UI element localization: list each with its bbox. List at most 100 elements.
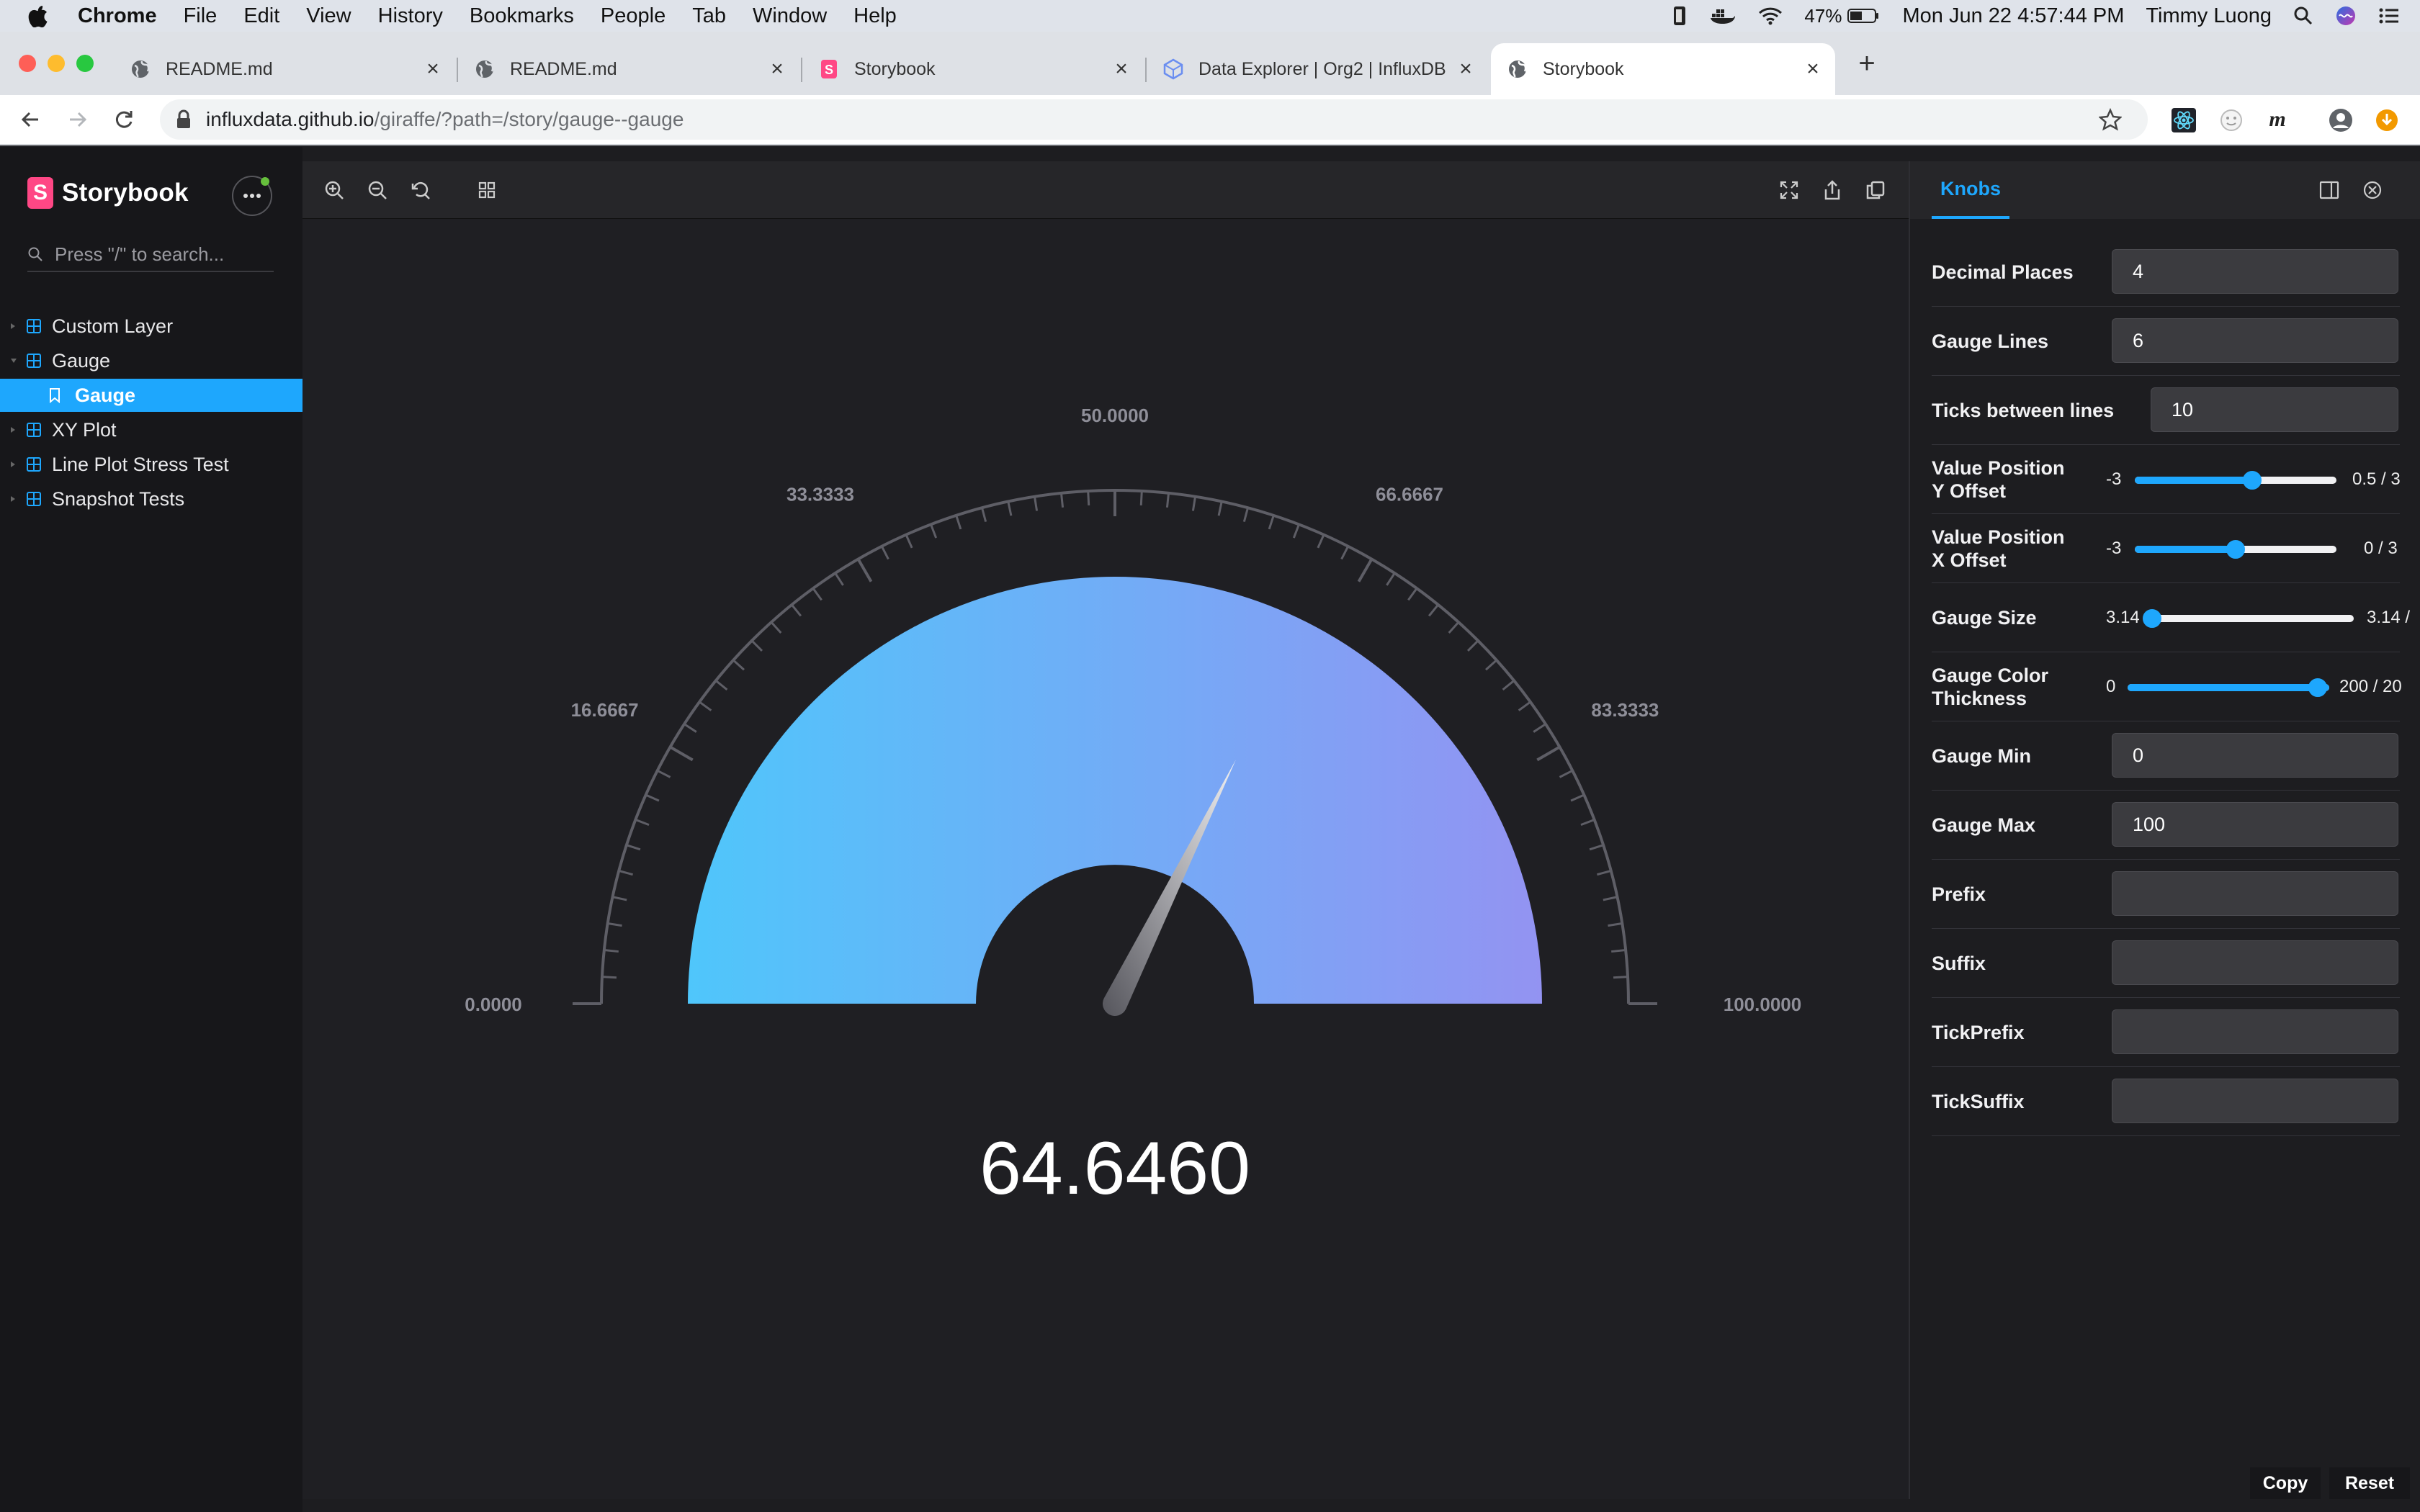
close-window-button[interactable] (19, 55, 36, 72)
prefix-input[interactable] (2112, 871, 2398, 916)
menu-edit[interactable]: Edit (243, 4, 279, 28)
react-devtools-icon[interactable] (2171, 107, 2197, 133)
sidebar-item-xy-plot[interactable]: XY Plot (0, 413, 302, 446)
storybook-icon: S (818, 58, 840, 80)
knob-label: Ticks between lines (1932, 400, 2115, 421)
svg-text:S: S (825, 63, 833, 77)
gauge-minor-tick (699, 701, 712, 711)
reload-button[interactable] (111, 107, 137, 132)
lock-icon[interactable] (173, 109, 194, 130)
update-badge-icon[interactable] (2374, 107, 2400, 133)
m-extension-icon[interactable]: m (2264, 107, 2290, 133)
slider-thumb[interactable] (2143, 609, 2161, 628)
zoom-reset-icon[interactable] (409, 179, 432, 202)
tab-storybook-1[interactable]: S Storybook × (802, 43, 1144, 95)
spotlight-search-icon[interactable] (2293, 6, 2313, 26)
gauge-minor-tick (1466, 639, 1479, 652)
minimize-window-button[interactable] (48, 55, 65, 72)
value-y-offset-slider[interactable] (2135, 477, 2336, 484)
slider-thumb[interactable] (2308, 678, 2327, 697)
new-tab-button[interactable]: + (1854, 49, 1880, 78)
gauge-minor-tick (1608, 922, 1623, 927)
extension-face-icon[interactable] (2218, 107, 2244, 133)
forward-button[interactable] (65, 107, 91, 132)
reset-button[interactable]: Reset (2329, 1467, 2410, 1499)
gauge-minor-tick (880, 546, 889, 560)
slider-value: 200 / 20 (2339, 677, 2402, 696)
gauge-lines-input[interactable]: 6 (2112, 318, 2398, 363)
apple-icon[interactable] (27, 4, 49, 28)
knob-label: Gauge Min (1932, 745, 2032, 767)
gauge-minor-tick (1518, 701, 1531, 711)
tab-data-explorer[interactable]: Data Explorer | Org2 | InfluxDB × (1147, 43, 1488, 95)
battery-icon[interactable] (1847, 8, 1881, 24)
sidebar-item-snapshot-tests[interactable]: Snapshot Tests (0, 482, 302, 516)
gauge-size-slider[interactable] (2152, 615, 2354, 622)
tab-readme-2[interactable]: README.md × (458, 43, 799, 95)
menu-file[interactable]: File (184, 4, 218, 28)
evernote-icon[interactable] (1672, 5, 1688, 27)
zoom-window-button[interactable] (76, 55, 94, 72)
wifi-icon[interactable] (1758, 6, 1783, 25)
back-button[interactable] (17, 107, 43, 132)
close-tab-icon[interactable]: × (1802, 57, 1824, 81)
siri-icon[interactable] (2335, 5, 2357, 27)
menu-people[interactable]: People (601, 4, 666, 28)
close-tab-icon[interactable]: × (1111, 57, 1132, 81)
suffix-input[interactable] (2112, 940, 2398, 985)
tick-prefix-input[interactable] (2112, 1009, 2398, 1054)
zoom-in-icon[interactable] (323, 179, 346, 202)
zoom-out-icon[interactable] (366, 179, 389, 202)
close-tab-icon[interactable]: × (422, 57, 444, 81)
gauge-max-input[interactable]: 100 (2112, 802, 2398, 847)
menu-bookmarks[interactable]: Bookmarks (470, 4, 574, 28)
sidebar-item-line-plot-stress-test[interactable]: Line Plot Stress Test (0, 448, 302, 481)
storybook-logo[interactable]: S Storybook (27, 177, 189, 209)
docker-icon[interactable] (1709, 6, 1736, 25)
knob-label: Decimal Places (1932, 261, 2074, 283)
gauge-color-thickness-slider[interactable] (2128, 684, 2329, 691)
search-field[interactable]: Press "/" to search... (27, 238, 274, 272)
menu-chrome[interactable]: Chrome (78, 4, 157, 28)
close-tab-icon[interactable]: × (766, 57, 788, 81)
grid-icon[interactable] (475, 179, 498, 202)
copy-link-icon[interactable] (1864, 179, 1887, 202)
share-icon[interactable] (1821, 179, 1844, 202)
panel-orientation-icon[interactable] (2318, 179, 2341, 202)
menu-help[interactable]: Help (853, 4, 897, 28)
slider-thumb[interactable] (2226, 540, 2245, 559)
sidebar-item-gauge-story[interactable]: Gauge (0, 379, 302, 412)
profile-avatar-icon[interactable] (2328, 107, 2354, 133)
gauge-tick-label: 83.3333 (1591, 699, 1659, 721)
sidebar-item-gauge-group[interactable]: Gauge (0, 344, 302, 377)
tab-knobs[interactable]: Knobs (1932, 161, 2009, 219)
tab-storybook-active[interactable]: Storybook × (1491, 43, 1835, 95)
menu-window[interactable]: Window (753, 4, 827, 28)
menu-tab[interactable]: Tab (692, 4, 726, 28)
slider-thumb[interactable] (2243, 471, 2262, 490)
user-name[interactable]: Timmy Luong (2146, 4, 2272, 28)
gauge-min-input[interactable]: 0 (2112, 733, 2398, 778)
sidebar-menu-button[interactable] (232, 176, 272, 216)
clock[interactable]: Mon Jun 22 4:57:44 PM (1902, 4, 2124, 28)
gauge-minor-tick (1165, 492, 1170, 508)
fullscreen-icon[interactable] (1778, 179, 1801, 202)
menu-view[interactable]: View (306, 4, 351, 28)
bookmark-star-icon[interactable] (2097, 107, 2123, 131)
tab-readme-1[interactable]: README.md × (114, 43, 455, 95)
address-bar[interactable]: influxdata.github.io /giraffe/?path=/sto… (160, 99, 2148, 140)
sidebar-item-custom-layer[interactable]: Custom Layer (0, 310, 302, 343)
tick-suffix-input[interactable] (2112, 1079, 2398, 1123)
url-path: /giraffe/?path=/story/gauge--gauge (374, 108, 684, 130)
close-panel-icon[interactable] (2361, 179, 2384, 202)
slider-fill (2135, 546, 2236, 553)
gauge-minor-tick (1033, 496, 1039, 511)
ticks-between-lines-input[interactable]: 10 (2151, 387, 2398, 432)
decimal-places-input[interactable]: 4 (2112, 249, 2398, 294)
copy-button[interactable]: Copy (2250, 1467, 2321, 1499)
gauge-minor-tick (1087, 490, 1090, 506)
menu-history[interactable]: History (378, 4, 443, 28)
slider-min: -3 (2106, 539, 2122, 558)
notification-center-icon[interactable] (2378, 6, 2400, 25)
close-tab-icon[interactable]: × (1455, 57, 1476, 81)
